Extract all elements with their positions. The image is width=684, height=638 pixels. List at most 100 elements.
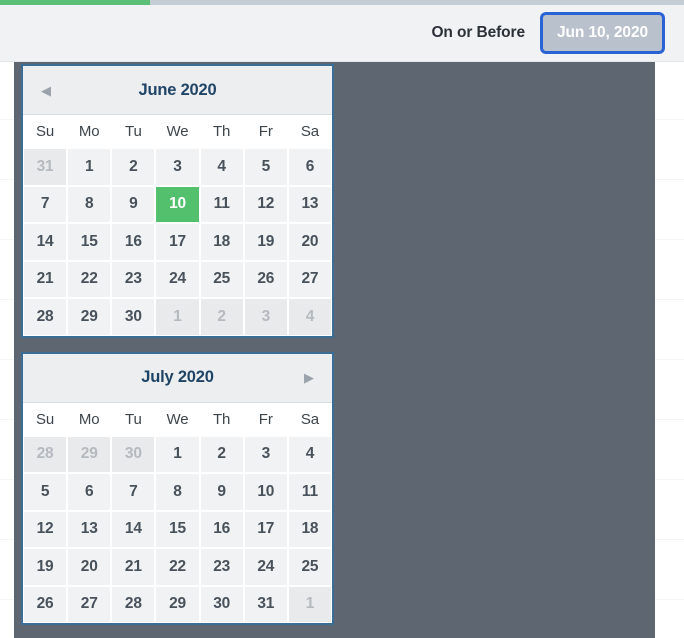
calendar-day[interactable]: 23 [199,548,244,586]
calendar-day[interactable]: 4 [287,435,332,473]
calendar-day[interactable]: 14 [23,223,68,261]
weekday-label-tu: Tu [124,410,142,428]
weekday-label-fr: Fr [258,123,273,140]
calendar-month-1: ◀June 2020▶SuMoTuWeThFrSa311234567891011… [21,64,334,338]
calendar-day[interactable]: 17 [155,223,200,261]
calendar-day[interactable]: 24 [243,548,288,586]
calendar-day[interactable]: 20 [287,223,332,261]
weekday-label-mo: Mo [78,410,100,428]
calendar-header: ◀July 2020▶ [23,353,332,402]
calendar-day[interactable]: 18 [199,223,244,261]
calendar-day[interactable]: 1 [67,148,112,186]
weekday-label-th: Th [212,123,231,140]
weekday-label-mo: Mo [78,123,100,140]
calendar-day[interactable]: 30 [111,435,156,473]
weekday-header-row: Su Mo Tu We Th Fr Sa [23,114,332,148]
calendar-day[interactable]: 10 [243,473,288,511]
calendar-day[interactable]: 3 [155,148,200,186]
weekday-label-th: Th [212,410,231,428]
calendar-day[interactable]: 3 [243,298,288,336]
calendar-day[interactable]: 27 [287,260,332,298]
calendar-day[interactable]: 2 [199,435,244,473]
weekday-label-sa: Sa [300,410,319,428]
calendar-day[interactable]: 23 [111,260,156,298]
calendar-day[interactable]: 30 [111,298,156,336]
calendar-day[interactable]: 28 [111,585,156,623]
calendar-day-grid: 31 1 2 3 4 5 6 7 8 9 10 11 12 13 14 15 16 17 18 19 20 21 22 23 2… [23,148,332,336]
calendar-day[interactable]: 5 [243,148,288,186]
calendar-day[interactable]: 28 [23,298,68,336]
calendar-day[interactable]: 31 [243,585,288,623]
calendar-day[interactable]: 22 [67,260,112,298]
weekday-label-fr: Fr [258,410,273,428]
weekday-label-we: We [166,123,189,140]
calendar-day[interactable]: 21 [23,260,68,298]
calendar-day[interactable]: 6 [67,473,112,511]
calendar-day[interactable]: 1 [155,435,200,473]
calendar-day[interactable]: 11 [199,185,244,223]
calendar-day[interactable]: 26 [243,260,288,298]
calendar-day[interactable]: 29 [67,435,112,473]
calendar-day[interactable]: 4 [287,298,332,336]
calendar-day[interactable]: 25 [199,260,244,298]
calendar-day[interactable]: 2 [111,148,156,186]
calendar-day[interactable]: 24 [155,260,200,298]
calendar-day[interactable]: 8 [155,473,200,511]
calendar-day[interactable]: 8 [67,185,112,223]
calendar-day[interactable]: 4 [199,148,244,186]
calendar-day[interactable]: 27 [67,585,112,623]
calendar-day[interactable]: 26 [23,585,68,623]
calendar-day[interactable]: 5 [23,473,68,511]
calendar-day[interactable]: 1 [155,298,200,336]
calendar-day[interactable]: 21 [111,548,156,586]
calendar-day[interactable]: 25 [287,548,332,586]
calendar-day-selected[interactable]: 10 [155,185,200,223]
calendar-day[interactable]: 14 [111,510,156,548]
calendar-day[interactable]: 16 [199,510,244,548]
next-month-arrow-icon[interactable]: ▶ [298,367,320,389]
calendar-day[interactable]: 9 [111,185,156,223]
calendar-header: ◀June 2020▶ [23,66,332,114]
filter-toolbar: On or Before Jun 10, 2020 [0,5,684,62]
calendar-day[interactable]: 9 [199,473,244,511]
calendar-day[interactable]: 12 [23,510,68,548]
calendar-month-title: July 2020 [141,368,214,386]
calendar-day[interactable]: 1 [287,585,332,623]
weekday-label-tu: Tu [124,123,142,140]
calendar-day[interactable]: 31 [23,148,68,186]
weekday-header-row: Su Mo Tu We Th Fr Sa [23,401,332,436]
calendar-day[interactable]: 19 [23,548,68,586]
calendar-month-title: June 2020 [138,80,217,99]
calendar-day[interactable]: 20 [67,548,112,586]
calendar-day[interactable]: 30 [199,585,244,623]
calendar-day[interactable]: 28 [23,435,68,473]
weekday-label-we: We [166,410,189,428]
progress-bar-track [0,0,684,5]
calendar-day[interactable]: 13 [287,185,332,223]
calendar-day[interactable]: 29 [67,298,112,336]
calendar-day[interactable]: 7 [23,185,68,223]
calendar-day[interactable]: 29 [155,585,200,623]
calendar-day[interactable]: 11 [287,473,332,511]
progress-bar-fill [0,0,151,5]
filter-operator-label: On or Before [431,24,525,41]
date-picker-popover: ◀June 2020▶SuMoTuWeThFrSa311234567891011… [21,64,334,625]
calendar-day[interactable]: 13 [67,510,112,548]
calendar-day[interactable]: 3 [243,435,288,473]
calendar-day[interactable]: 22 [155,548,200,586]
prev-month-arrow-icon[interactable]: ◀ [35,79,57,101]
calendar-day[interactable]: 15 [67,223,112,261]
calendar-day[interactable]: 19 [243,223,288,261]
calendar-day[interactable]: 18 [287,510,332,548]
calendar-day[interactable]: 7 [111,473,156,511]
calendar-day-grid: 28 29 30 1 2 3 4 5 6 7 8 9 10 11 12 13 14 15 16 17 18 19 20 21 2… [23,435,332,623]
calendar-day[interactable]: 17 [243,510,288,548]
calendar-day[interactable]: 6 [287,148,332,186]
calendar-day[interactable]: 15 [155,510,200,548]
calendar-day[interactable]: 16 [111,223,156,261]
weekday-label-su: Su [35,123,55,140]
weekday-label-sa: Sa [300,123,319,140]
date-value-button[interactable]: Jun 10, 2020 [543,15,662,51]
calendar-day[interactable]: 12 [243,185,288,223]
calendar-day[interactable]: 2 [199,298,244,336]
